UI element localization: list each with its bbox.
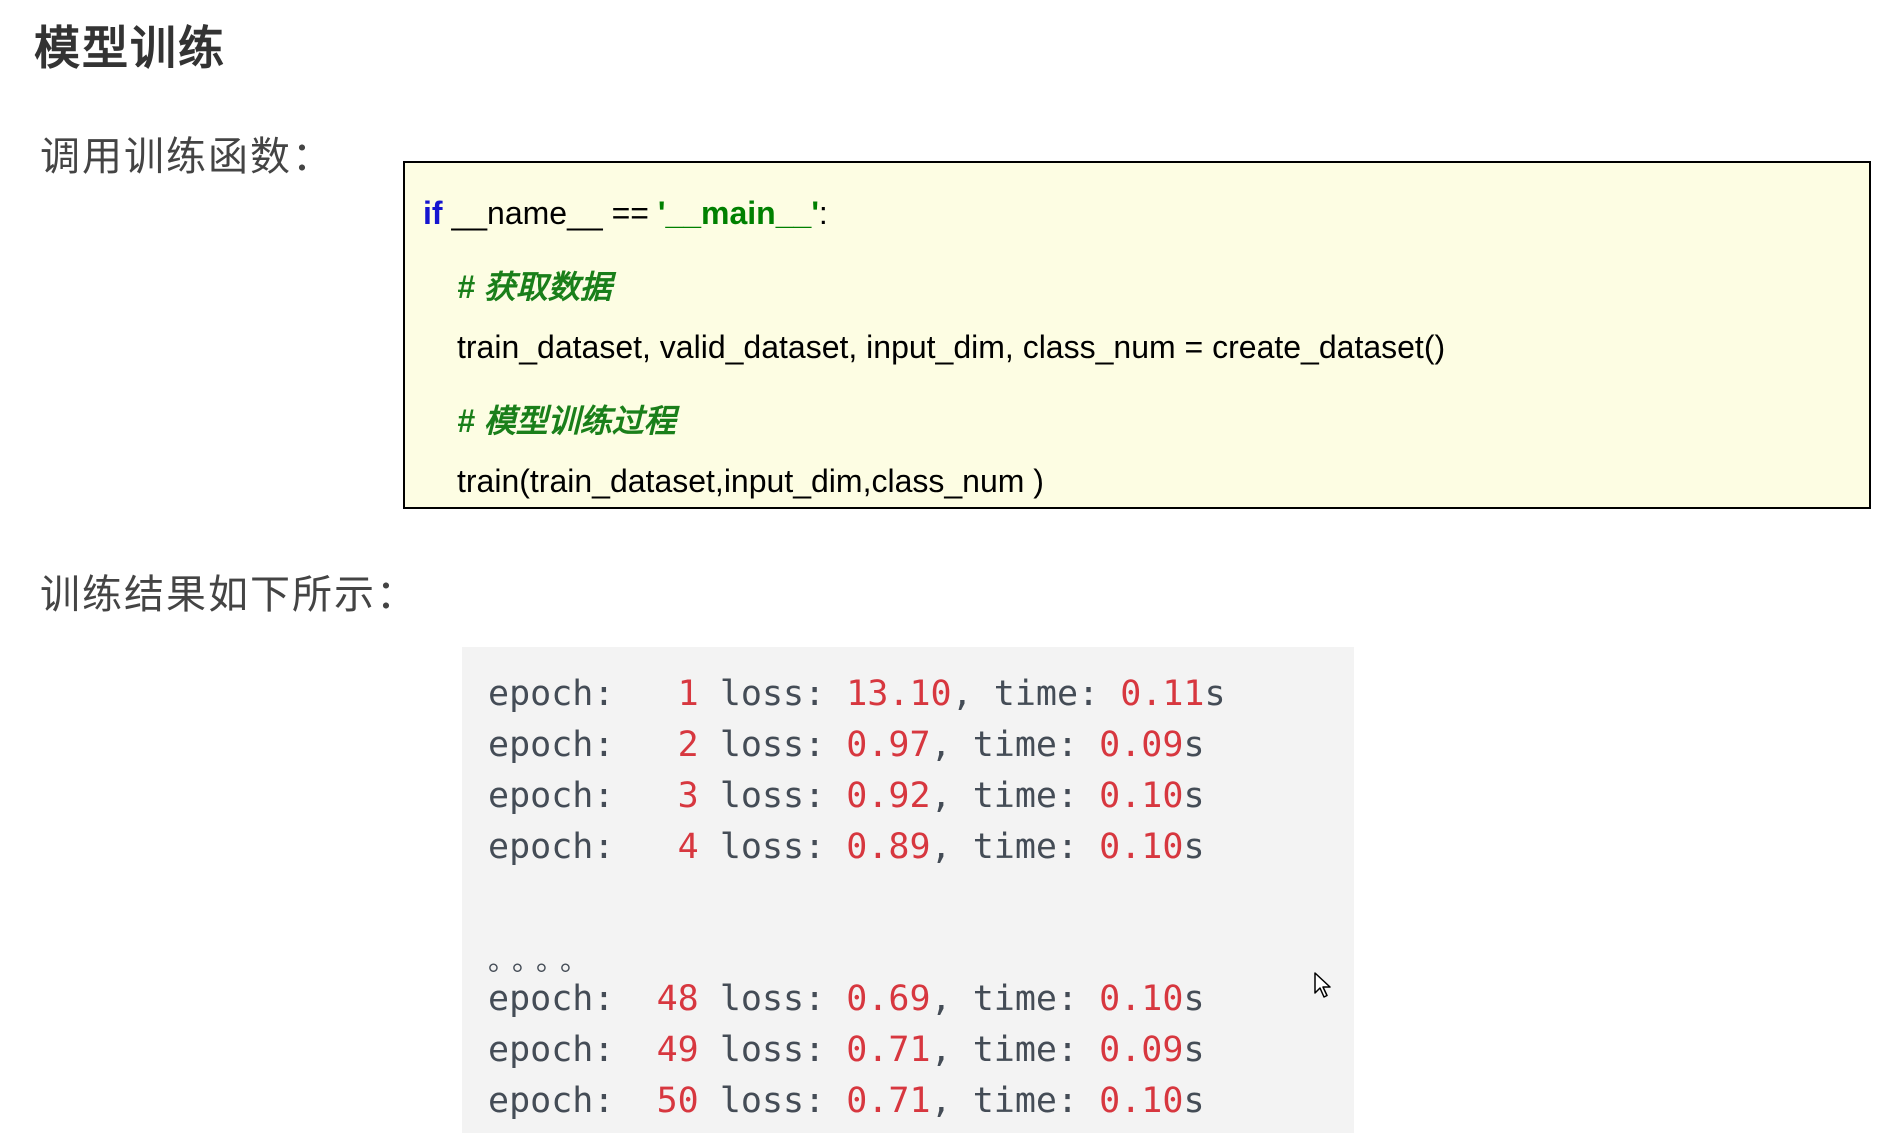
code-comment-training: # 模型训练过程 [457,403,676,439]
page-title: 模型训练 [34,21,226,75]
code-line-train-call: train(train_dataset,input_dim,class_num … [457,463,1044,499]
output-line: epoch: 50 loss: 0.71, time: 0.10s [488,1081,1205,1121]
training-output-block: epoch: 1 loss: 13.10, time: 0.11s epoch:… [462,647,1354,1133]
output-line: epoch: 49 loss: 0.71, time: 0.09s [488,1030,1205,1070]
code-keyword-if: if [423,195,443,231]
output-line: epoch: 1 loss: 13.10, time: 0.11s [488,674,1226,714]
output-ellipsis: 。。。。 [488,944,599,977]
code-colon: : [818,195,828,231]
code-comment-get-data: # 获取数据 [457,269,612,305]
output-line: epoch: 48 loss: 0.69, time: 0.10s [488,979,1205,1019]
code-name-compare: __name__ == [442,195,658,231]
output-line: epoch: 4 loss: 0.89, time: 0.10s [488,827,1205,867]
code-block: if __name__ == '__main__': # 获取数据 train_… [403,161,1871,509]
code-line-main-guard: if __name__ == '__main__': [423,195,828,232]
output-line: epoch: 3 loss: 0.92, time: 0.10s [488,776,1205,816]
output-line: epoch: 2 loss: 0.97, time: 0.09s [488,725,1205,765]
code-line-create-dataset: train_dataset, valid_dataset, input_dim,… [457,329,1446,365]
mouse-pointer-icon [1314,972,1331,998]
code-string-main: '__main__' [657,195,819,231]
training-result-label: 训练结果如下所示： [40,572,418,618]
call-function-label: 调用训练函数： [40,134,334,180]
